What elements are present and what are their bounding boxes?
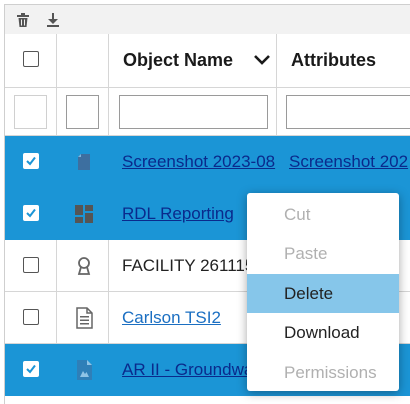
filter-select-cell xyxy=(5,88,57,135)
delete-button[interactable] xyxy=(13,10,33,30)
filter-type-cell xyxy=(57,88,109,135)
menu-item-permissions: Permissions xyxy=(284,363,377,382)
download-button[interactable] xyxy=(43,10,63,30)
image-file-icon xyxy=(77,360,92,380)
row-select-cell xyxy=(5,344,57,395)
screenshot-file-icon xyxy=(78,154,90,170)
row-checkbox[interactable] xyxy=(23,257,39,273)
row-type-cell xyxy=(57,136,109,187)
filter-name-cell xyxy=(109,88,277,135)
filter-select-box xyxy=(14,95,47,129)
menu-item-paste: Paste xyxy=(284,244,328,263)
row-select-cell xyxy=(5,292,57,343)
object-name-text[interactable]: FACILITY 261115 xyxy=(122,256,254,276)
menu-item-download[interactable]: Download xyxy=(247,313,399,352)
trash-icon xyxy=(17,13,29,27)
object-browser: Object Name Attributes Screenshot 2023-0… xyxy=(0,0,410,404)
table-row[interactable]: Screenshot 2023-08 Screenshot 202 xyxy=(5,136,410,188)
filter-row xyxy=(5,88,410,136)
object-name-link[interactable]: Carlson TSI2 xyxy=(122,308,221,328)
checkmark-icon xyxy=(26,364,36,374)
column-header-attributes[interactable]: Attributes xyxy=(277,34,410,87)
row-type-cell xyxy=(57,292,109,343)
row-checkbox[interactable] xyxy=(23,361,39,377)
name-filter-input[interactable] xyxy=(119,95,268,129)
row-select-cell xyxy=(5,188,57,239)
header-select-cell xyxy=(5,34,57,87)
row-type-cell xyxy=(57,344,109,395)
row-select-cell xyxy=(5,136,57,187)
header-type-cell xyxy=(57,34,109,87)
checkmark-icon xyxy=(26,208,36,218)
filter-attributes-cell xyxy=(277,88,410,135)
menu-item-cut: Cut xyxy=(284,205,311,224)
row-name-cell: Screenshot 2023-08 xyxy=(109,136,277,187)
toolbar xyxy=(4,4,410,35)
download-icon xyxy=(47,13,59,27)
attributes-filter-input[interactable] xyxy=(286,95,410,129)
select-all-checkbox[interactable] xyxy=(23,51,39,67)
row-type-cell xyxy=(57,240,109,291)
row-checkbox[interactable] xyxy=(23,309,39,325)
object-name-link[interactable]: RDL Reporting xyxy=(122,204,234,224)
column-header-object-name[interactable]: Object Name xyxy=(109,34,277,87)
attributes-link[interactable]: Screenshot 202 xyxy=(289,152,408,172)
dashboard-icon xyxy=(75,205,93,223)
grid-header: Object Name Attributes xyxy=(5,34,410,88)
context-menu: Cut Paste Delete Download Permissions xyxy=(247,193,399,391)
menu-item-delete[interactable]: Delete xyxy=(247,274,399,313)
type-filter-input[interactable] xyxy=(66,95,99,129)
row-select-cell xyxy=(5,240,57,291)
row-checkbox[interactable] xyxy=(23,205,39,221)
object-name-header-label: Object Name xyxy=(123,50,234,70)
attributes-header-label: Attributes xyxy=(291,50,376,70)
location-pin-icon xyxy=(77,257,91,275)
document-icon xyxy=(76,307,93,329)
row-attributes-cell: Screenshot 202 xyxy=(277,136,410,187)
checkmark-icon xyxy=(26,156,36,166)
row-type-cell xyxy=(57,188,109,239)
row-checkbox[interactable] xyxy=(23,153,39,169)
chevron-down-icon[interactable] xyxy=(253,53,271,67)
object-name-link[interactable]: Screenshot 2023-08 xyxy=(122,152,275,172)
